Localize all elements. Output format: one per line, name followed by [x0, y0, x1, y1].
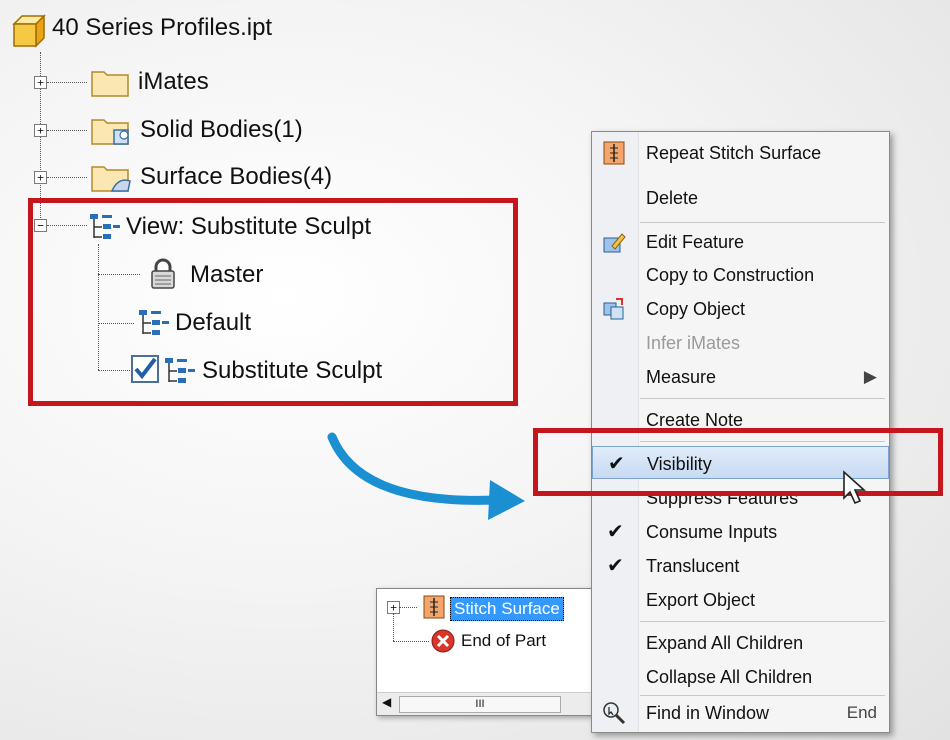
menu-item-consume-inputs[interactable]: ✔ Consume Inputs — [592, 515, 889, 548]
menu-item-label: Delete — [646, 188, 699, 208]
menu-item-expand-all-children[interactable]: Expand All Children — [592, 626, 889, 659]
menu-item-label: Repeat Stitch Surface — [646, 143, 822, 163]
folder-icon — [91, 71, 129, 97]
expand-button[interactable]: + — [34, 124, 47, 137]
menu-item-label: Consume Inputs — [646, 522, 778, 542]
menu-item-label: Collapse All Children — [646, 667, 813, 687]
menu-item-copy-object[interactable]: Copy Object — [592, 292, 889, 325]
view-rep-highlight — [28, 198, 518, 406]
curved-arrow — [327, 432, 525, 520]
menu-item-label: Edit Feature — [646, 232, 745, 252]
tree-item-label[interactable]: iMates — [138, 68, 209, 96]
part-icon — [12, 14, 46, 48]
menu-item-collapse-all-children[interactable]: Collapse All Children — [592, 660, 889, 693]
menu-item-label: Copy to Construction — [646, 265, 815, 285]
menu-item-measure[interactable]: Measure ▶ — [592, 360, 889, 393]
horizontal-scrollbar[interactable]: ◀ III — [377, 692, 595, 715]
solid-bodies-folder-icon — [91, 119, 129, 145]
end-of-part-item[interactable]: End of Part — [461, 631, 546, 651]
stitch-icon — [603, 141, 625, 165]
menu-item-label: Copy Object — [646, 299, 746, 319]
stitch-surface-item[interactable]: Stitch Surface — [450, 597, 564, 621]
menu-item-infer-imates: Infer iMates — [592, 326, 889, 359]
expand-button[interactable]: + — [34, 76, 47, 89]
menu-item-label: Expand All Children — [646, 633, 804, 653]
check-icon: ✔ — [607, 519, 624, 543]
expand-button[interactable]: + — [34, 171, 47, 184]
scroll-left-icon[interactable]: ◀ — [382, 695, 391, 709]
menu-item-label: Find in Window — [646, 703, 770, 723]
menu-item-label: Translucent — [646, 556, 740, 576]
tree-item-label[interactable]: Surface Bodies(4) — [140, 163, 332, 191]
mini-browser: + Stitch Surface End of Part ◀ III — [376, 588, 596, 716]
edit-feature-icon — [603, 233, 626, 253]
mouse-pointer-icon — [843, 470, 867, 505]
check-icon: ✔ — [607, 553, 624, 577]
tree-item-label[interactable]: Solid Bodies(1) — [140, 116, 303, 144]
root-part-label[interactable]: 40 Series Profiles.ipt — [52, 14, 272, 42]
menu-item-delete[interactable]: Delete — [592, 181, 889, 214]
menu-item-translucent[interactable]: ✔ Translucent — [592, 549, 889, 582]
menu-item-label: Export Object — [646, 590, 756, 610]
menu-item-label: Measure — [646, 367, 717, 387]
menu-item-copy-to-construction[interactable]: Copy to Construction — [592, 258, 889, 291]
shortcut-label: End — [846, 703, 877, 722]
menu-item-export-object[interactable]: Export Object — [592, 583, 889, 616]
submenu-arrow-icon: ▶ — [863, 367, 877, 386]
stitch-icon — [423, 595, 445, 619]
surface-bodies-folder-icon — [91, 166, 131, 192]
scroll-thumb[interactable]: III — [399, 696, 561, 713]
menu-item-label: Infer iMates — [646, 333, 741, 353]
find-in-window-icon — [603, 702, 626, 725]
menu-item-edit-feature[interactable]: Edit Feature — [592, 225, 889, 258]
menu-item-find-in-window[interactable]: Find in Window End — [592, 696, 889, 729]
copy-object-icon — [603, 298, 624, 320]
end-of-part-icon — [431, 629, 455, 653]
menu-item-repeat-stitch-surface[interactable]: Repeat Stitch Surface — [592, 136, 889, 169]
visibility-highlight — [533, 428, 943, 496]
